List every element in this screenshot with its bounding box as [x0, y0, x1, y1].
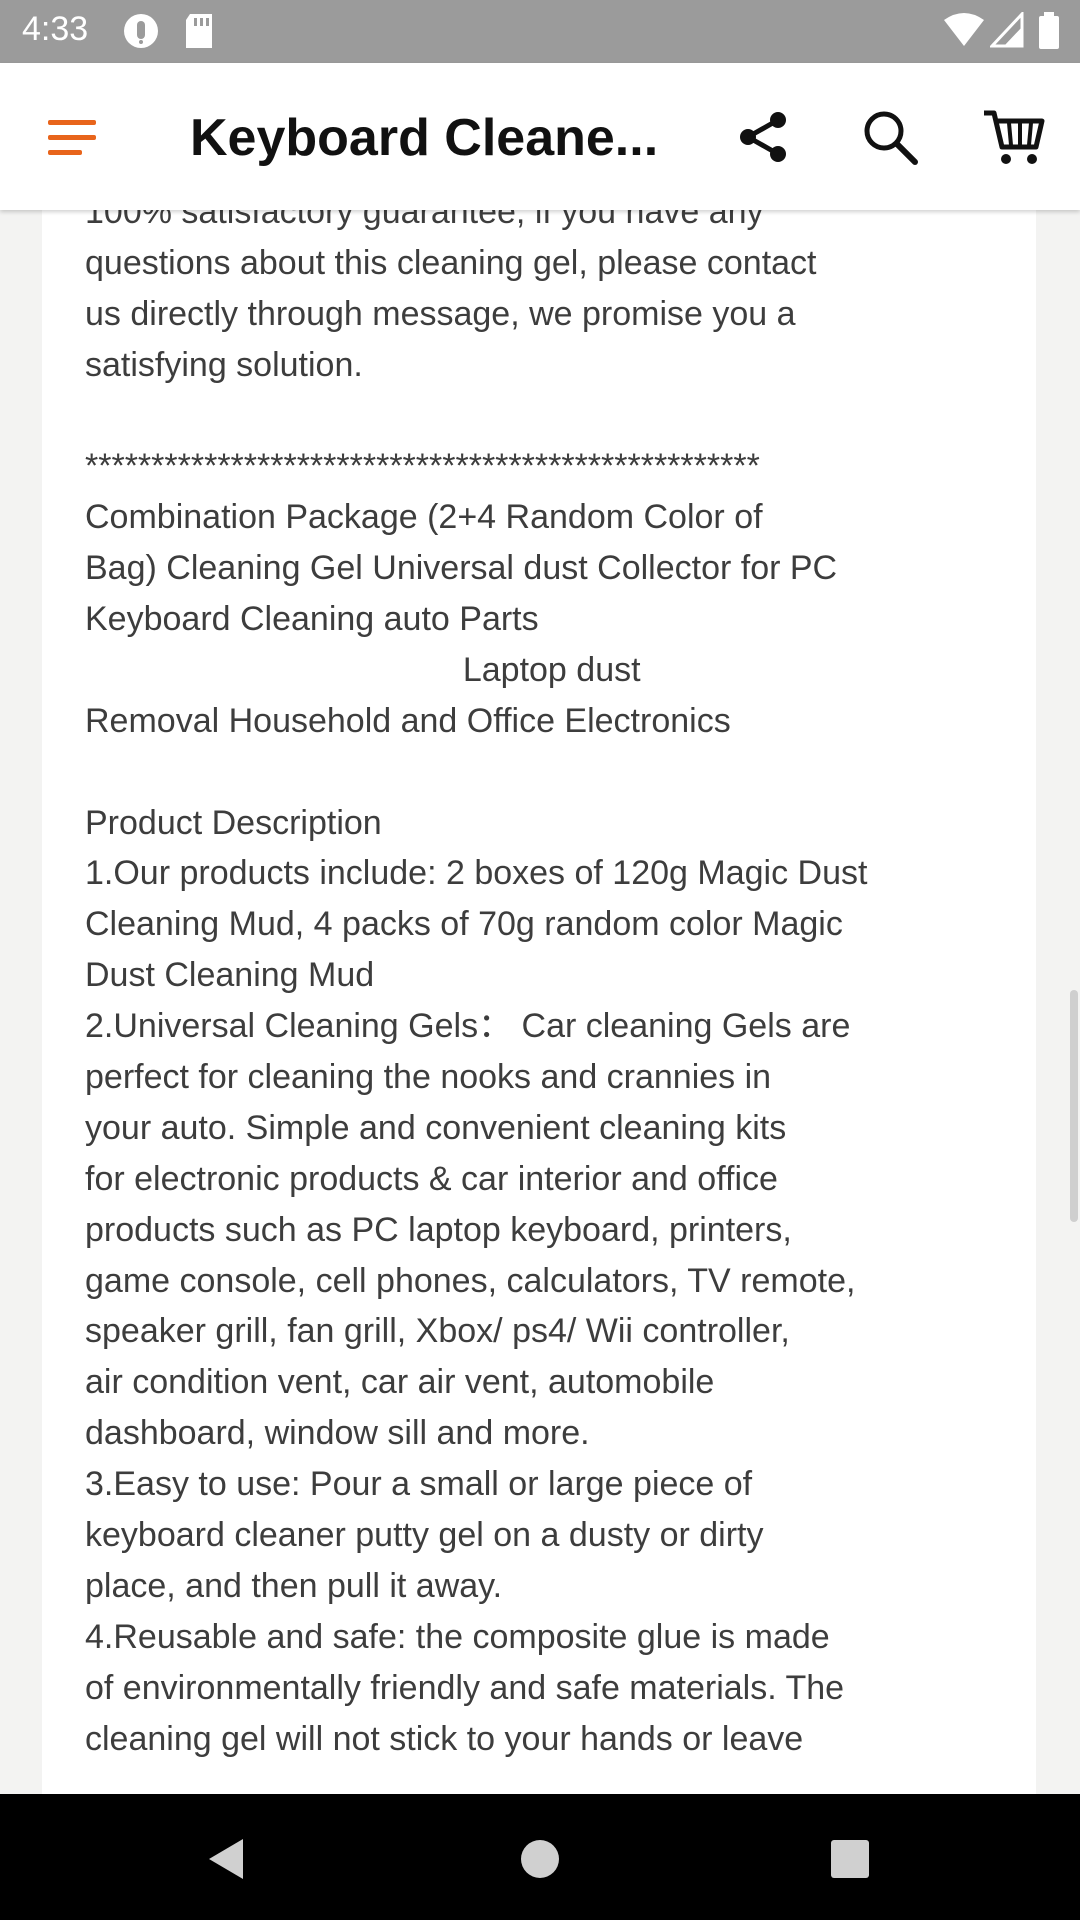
podcast-icon: [122, 12, 160, 54]
description-line: Product Description: [85, 803, 382, 842]
home-icon[interactable]: [505, 1824, 575, 1894]
app-bar: Keyboard Cleane...: [0, 63, 1080, 210]
system-nav-bar: [0, 1794, 1080, 1920]
share-icon[interactable]: [726, 99, 802, 175]
recents-icon[interactable]: [815, 1824, 885, 1894]
description-line: ****************************************…: [85, 447, 760, 486]
cart-icon[interactable]: [976, 99, 1052, 175]
description-line: questions about this cleaning gel, pleas…: [85, 243, 817, 282]
description-line: Cleaning Mud, 4 packs of 70g random colo…: [85, 905, 843, 944]
search-icon[interactable]: [852, 99, 928, 175]
description-line: 3.Easy to use: Pour a small or large pie…: [85, 1465, 753, 1504]
status-bar: 4:33: [0, 0, 1080, 63]
page-title: Keyboard Cleane...: [190, 109, 659, 167]
description-line: products such as PC laptop keyboard, pri…: [85, 1210, 792, 1249]
description-line: perfect for cleaning the nooks and crann…: [85, 1058, 772, 1097]
description-line: 4.Reusable and safe: the composite glue …: [85, 1617, 830, 1656]
sd-card-icon: [184, 12, 214, 54]
description-line: speaker grill, fan grill, Xbox/ ps4/ Wii…: [85, 1312, 790, 1351]
description-line: game console, cell phones, calculators, …: [85, 1261, 856, 1300]
battery-icon: [1038, 12, 1060, 54]
description-line: 2.Universal Cleaning Gels： Car cleaning …: [85, 1007, 851, 1046]
description-line: air condition vent, car air vent, automo…: [85, 1363, 715, 1402]
description-line: [85, 747, 1015, 798]
description-line: for electronic products & car interior a…: [85, 1159, 778, 1198]
hamburger-menu-icon[interactable]: [34, 99, 110, 175]
description-line: us directly through message, we promise …: [85, 294, 796, 333]
scrollbar[interactable]: [1070, 990, 1078, 1222]
description-line: Bag) Cleaning Gel Universal dust Collect…: [85, 549, 838, 588]
description-line: keyboard cleaner putty gel on a dusty or…: [85, 1516, 764, 1555]
description-line: 1.Our products include: 2 boxes of 120g …: [85, 854, 868, 893]
description-line: cleaning gel will not stick to your hand…: [85, 1719, 804, 1758]
description-line: Removal Household and Office Electronics: [85, 701, 731, 740]
cell-signal-icon: [988, 10, 1024, 52]
description-line: of environmentally friendly and safe mat…: [85, 1668, 845, 1707]
description-line: Combination Package (2+4 Random Color of: [85, 498, 763, 537]
description-line: [85, 390, 1015, 441]
description-line: satisfying solution.: [85, 345, 363, 384]
description-line: dashboard, window sill and more.: [85, 1414, 590, 1453]
description-line: your auto. Simple and convenient cleanin…: [85, 1108, 787, 1147]
description-line: Dust Cleaning Mud: [85, 956, 375, 995]
status-time: 4:33: [22, 10, 89, 48]
description-line: place, and then pull it away.: [85, 1566, 503, 1605]
description-line: Laptop dust: [85, 650, 641, 689]
description-line: Keyboard Cleaning auto Parts: [85, 600, 539, 639]
product-description: ✔ In the package: 1 universal detailing …: [85, 136, 1015, 1765]
wifi-icon: [944, 12, 984, 52]
back-icon[interactable]: [190, 1824, 260, 1894]
